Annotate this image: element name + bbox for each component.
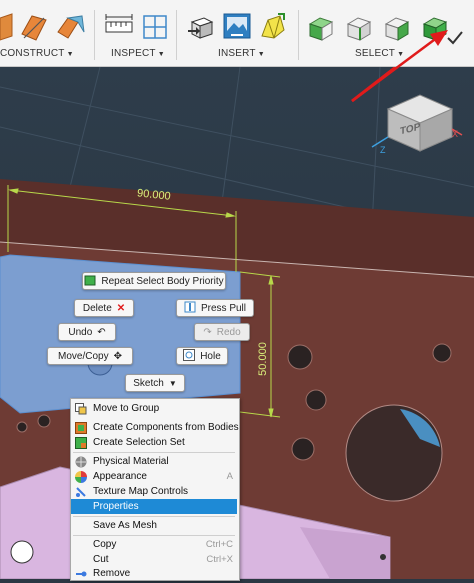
construct-plane-icon[interactable] <box>0 12 14 42</box>
copy-icon <box>75 539 87 551</box>
large-hole <box>345 404 443 502</box>
dimension-vertical-label[interactable]: 50.000 <box>257 342 269 376</box>
menu-divider <box>73 516 235 517</box>
cut-icon <box>75 554 87 566</box>
delete-x-icon: ✕ <box>116 302 126 314</box>
insert-menu[interactable]: INSERT ▼ <box>218 48 265 59</box>
components-icon <box>75 421 87 434</box>
construct-angle-plane-icon[interactable] <box>18 12 48 42</box>
measure-icon[interactable] <box>104 12 134 42</box>
select-body-priority-icon <box>84 274 96 289</box>
insert-mesh-icon[interactable] <box>258 12 288 42</box>
select-menu[interactable]: SELECT ▼ <box>355 48 404 59</box>
press-pull-icon <box>184 301 196 316</box>
lower-body-pin <box>380 554 386 560</box>
menu-item-create-components[interactable]: Create Components from Bodies <box>71 420 239 435</box>
menu-divider <box>73 535 235 536</box>
sketch-dropdown-button[interactable]: Sketch ▼ <box>125 374 185 392</box>
insert-derive-icon[interactable] <box>186 12 216 42</box>
checkmark-icon <box>446 30 464 46</box>
physical-material-icon <box>75 456 87 468</box>
menu-item-cut[interactable]: Cut Ctrl+X <box>71 552 237 567</box>
menu-item-create-selection-set[interactable]: Create Selection Set <box>71 435 237 450</box>
menu-item-physical-material[interactable]: Physical Material <box>71 454 237 469</box>
delete-button[interactable]: Delete ✕ <box>74 299 134 317</box>
repeat-select-body-priority-button[interactable]: Repeat Select Body Priority <box>82 272 226 290</box>
menu-item-save-as-mesh[interactable]: Save As Mesh <box>71 518 237 533</box>
undo-icon: ↶ <box>97 326 106 338</box>
viewcube-axis-z: Z <box>380 145 386 155</box>
move-copy-button[interactable]: Move/Copy ✥ <box>47 347 133 365</box>
menu-divider <box>73 452 235 453</box>
appearance-icon <box>75 470 87 483</box>
toolbar-divider <box>176 10 177 60</box>
select-priority-component-icon[interactable] <box>382 12 412 42</box>
redo-button[interactable]: ↷ Redo <box>194 323 250 341</box>
toolbar: CONSTRUCT ▼ INSPECT ▼ INSERT ▼ SELECT ▼ <box>0 0 474 67</box>
selection-set-icon <box>75 436 87 449</box>
group-icon <box>75 402 87 415</box>
undo-button[interactable]: Undo ↶ <box>58 323 116 341</box>
lower-body-hole <box>10 540 34 564</box>
save-mesh-icon <box>75 520 87 532</box>
toolbar-divider <box>298 10 299 60</box>
remove-icon <box>75 568 87 580</box>
insert-image-icon[interactable] <box>222 12 252 42</box>
properties-icon <box>75 501 87 513</box>
select-priority-edge-icon[interactable] <box>344 12 374 42</box>
menu-item-appearance[interactable]: Appearance A <box>71 469 237 484</box>
viewcube-axis-x: X <box>452 129 459 139</box>
menu-item-properties[interactable]: Properties <box>71 499 237 514</box>
context-menu: Move to Group Create Components from Bod… <box>70 398 240 581</box>
redo-icon: ↷ <box>203 326 212 338</box>
construct-tangent-plane-icon[interactable] <box>56 12 86 42</box>
menu-item-texture-map-controls[interactable]: Texture Map Controls <box>71 484 237 499</box>
inspect-menu[interactable]: INSPECT ▼ <box>111 48 165 59</box>
chevron-down-icon: ▼ <box>168 378 177 388</box>
toolbar-divider <box>94 10 95 60</box>
select-priority-face-icon[interactable] <box>306 12 336 42</box>
menu-item-copy[interactable]: Copy Ctrl+C <box>71 537 237 552</box>
menu-item-move-to-group[interactable]: Move to Group <box>71 401 237 416</box>
construct-menu[interactable]: CONSTRUCT ▼ <box>0 48 74 59</box>
move-arrows-icon: ✥ <box>113 350 122 362</box>
press-pull-button[interactable]: Press Pull <box>176 299 254 317</box>
texture-map-icon <box>75 486 87 498</box>
hole-icon <box>183 348 196 364</box>
interference-icon[interactable] <box>140 12 170 42</box>
hole-button[interactable]: Hole <box>176 347 228 365</box>
